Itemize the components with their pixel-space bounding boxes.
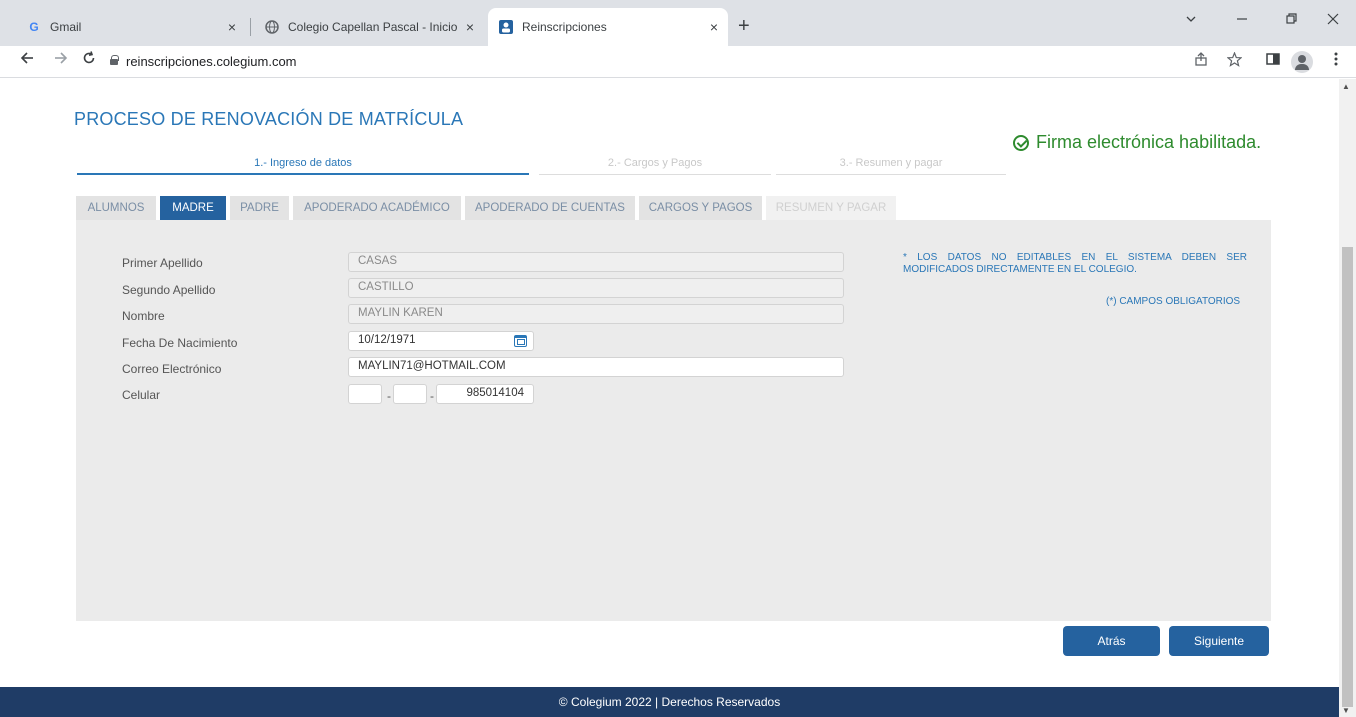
- atras-button[interactable]: Atrás: [1063, 626, 1160, 656]
- close-window-icon[interactable]: [1327, 12, 1339, 28]
- firma-status: Firma electrónica habilitada.: [1013, 132, 1261, 153]
- celular-number-field[interactable]: 985014104: [436, 384, 534, 404]
- profile-avatar-icon[interactable]: [1291, 51, 1313, 73]
- step-cargos-pagos: 2.- Cargos y Pagos: [539, 157, 771, 175]
- label-fecha-nacimiento: Fecha De Nacimiento: [122, 336, 238, 350]
- close-icon[interactable]: ×: [466, 19, 474, 35]
- correo-field[interactable]: MAYLIN71@HOTMAIL.COM: [348, 357, 844, 377]
- segundo-apellido-field: CASTILLO: [348, 278, 844, 298]
- nombre-field: MAYLIN KAREN: [348, 304, 844, 324]
- tab-cargos-pagos[interactable]: CARGOS Y PAGOS: [639, 196, 762, 220]
- new-tab-button[interactable]: +: [738, 15, 750, 38]
- celular-separator: -: [387, 389, 391, 403]
- forward-icon[interactable]: [54, 51, 68, 70]
- share-icon[interactable]: [1194, 52, 1208, 70]
- scroll-up-arrow-icon[interactable]: ▲: [1342, 82, 1350, 91]
- scrollbar-thumb[interactable]: [1342, 247, 1353, 707]
- siguiente-button[interactable]: Siguiente: [1169, 626, 1269, 656]
- menu-kebab-icon[interactable]: [1334, 52, 1338, 70]
- label-segundo-apellido: Segundo Apellido: [122, 283, 216, 297]
- tab-alumnos[interactable]: ALUMNOS: [76, 196, 156, 220]
- fecha-nacimiento-field[interactable]: 10/12/1971: [348, 331, 534, 351]
- lock-icon[interactable]: [110, 55, 119, 65]
- tab-search-icon[interactable]: [1185, 12, 1197, 28]
- celular-area-field[interactable]: [393, 384, 427, 404]
- restore-icon[interactable]: [1285, 12, 1297, 28]
- url-text[interactable]: reinscripciones.colegium.com: [126, 54, 297, 69]
- bookmark-star-icon[interactable]: [1226, 51, 1243, 71]
- browser-tab-gmail[interactable]: G Gmail ×: [16, 8, 246, 46]
- step-resumen-pagar: 3.- Resumen y pagar: [776, 157, 1006, 175]
- tab-madre[interactable]: MADRE: [160, 196, 226, 220]
- label-nombre: Nombre: [122, 309, 165, 323]
- address-bar: reinscripciones.colegium.com: [0, 46, 1356, 78]
- tab-title: Colegio Capellan Pascal - Inicio S: [288, 20, 458, 34]
- browser-tab-colegio[interactable]: Colegio Capellan Pascal - Inicio S ×: [254, 8, 484, 46]
- tab-title: Gmail: [50, 20, 82, 34]
- label-correo: Correo Electrónico: [122, 362, 222, 376]
- firma-text: Firma electrónica habilitada.: [1036, 132, 1262, 152]
- check-circle-icon: [1013, 134, 1029, 151]
- tab-separator: [250, 18, 251, 36]
- label-celular: Celular: [122, 388, 161, 402]
- celular-separator: -: [430, 389, 434, 403]
- tab-padre[interactable]: PADRE: [230, 196, 289, 220]
- reload-icon[interactable]: [82, 51, 96, 70]
- label-primer-apellido: Primer Apellido: [122, 256, 203, 270]
- page-footer: © Colegium 2022 | Derechos Reservados: [0, 687, 1339, 717]
- back-icon[interactable]: [20, 51, 34, 70]
- gmail-icon: G: [29, 20, 39, 34]
- tab-resumen-pagar: RESUMEN Y PAGAR: [766, 196, 896, 220]
- close-icon[interactable]: ×: [228, 19, 236, 35]
- tab-title: Reinscripciones: [522, 20, 607, 34]
- calendar-icon[interactable]: [514, 335, 527, 347]
- page-title: PROCESO DE RENOVACIÓN DE MATRÍCULA: [74, 109, 464, 129]
- primer-apellido-field: CASAS: [348, 252, 844, 272]
- close-icon[interactable]: ×: [710, 19, 718, 35]
- scroll-down-arrow-icon[interactable]: ▼: [1342, 706, 1350, 715]
- side-panel-icon[interactable]: [1266, 52, 1280, 70]
- celular-code-field[interactable]: [348, 384, 382, 404]
- globe-icon: [264, 19, 280, 35]
- required-fields-note: (*) CAMPOS OBLIGATORIOS: [1106, 296, 1241, 307]
- reinscripciones-icon: [498, 19, 514, 35]
- notice-text: * LOS DATOS NO EDITABLES EN EL SISTEMA D…: [903, 252, 1247, 275]
- step-ingreso-datos: 1.- Ingreso de datos: [77, 157, 529, 175]
- tab-apoderado-cuentas[interactable]: APODERADO DE CUENTAS: [465, 196, 635, 220]
- browser-tab-reinscripciones[interactable]: Reinscripciones ×: [488, 8, 728, 46]
- browser-tab-bar: G Gmail × Colegio Capellan Pascal - Inic…: [0, 0, 1356, 46]
- tab-apoderado-academico[interactable]: APODERADO ACADÉMICO: [293, 196, 461, 220]
- minimize-icon[interactable]: [1236, 12, 1248, 28]
